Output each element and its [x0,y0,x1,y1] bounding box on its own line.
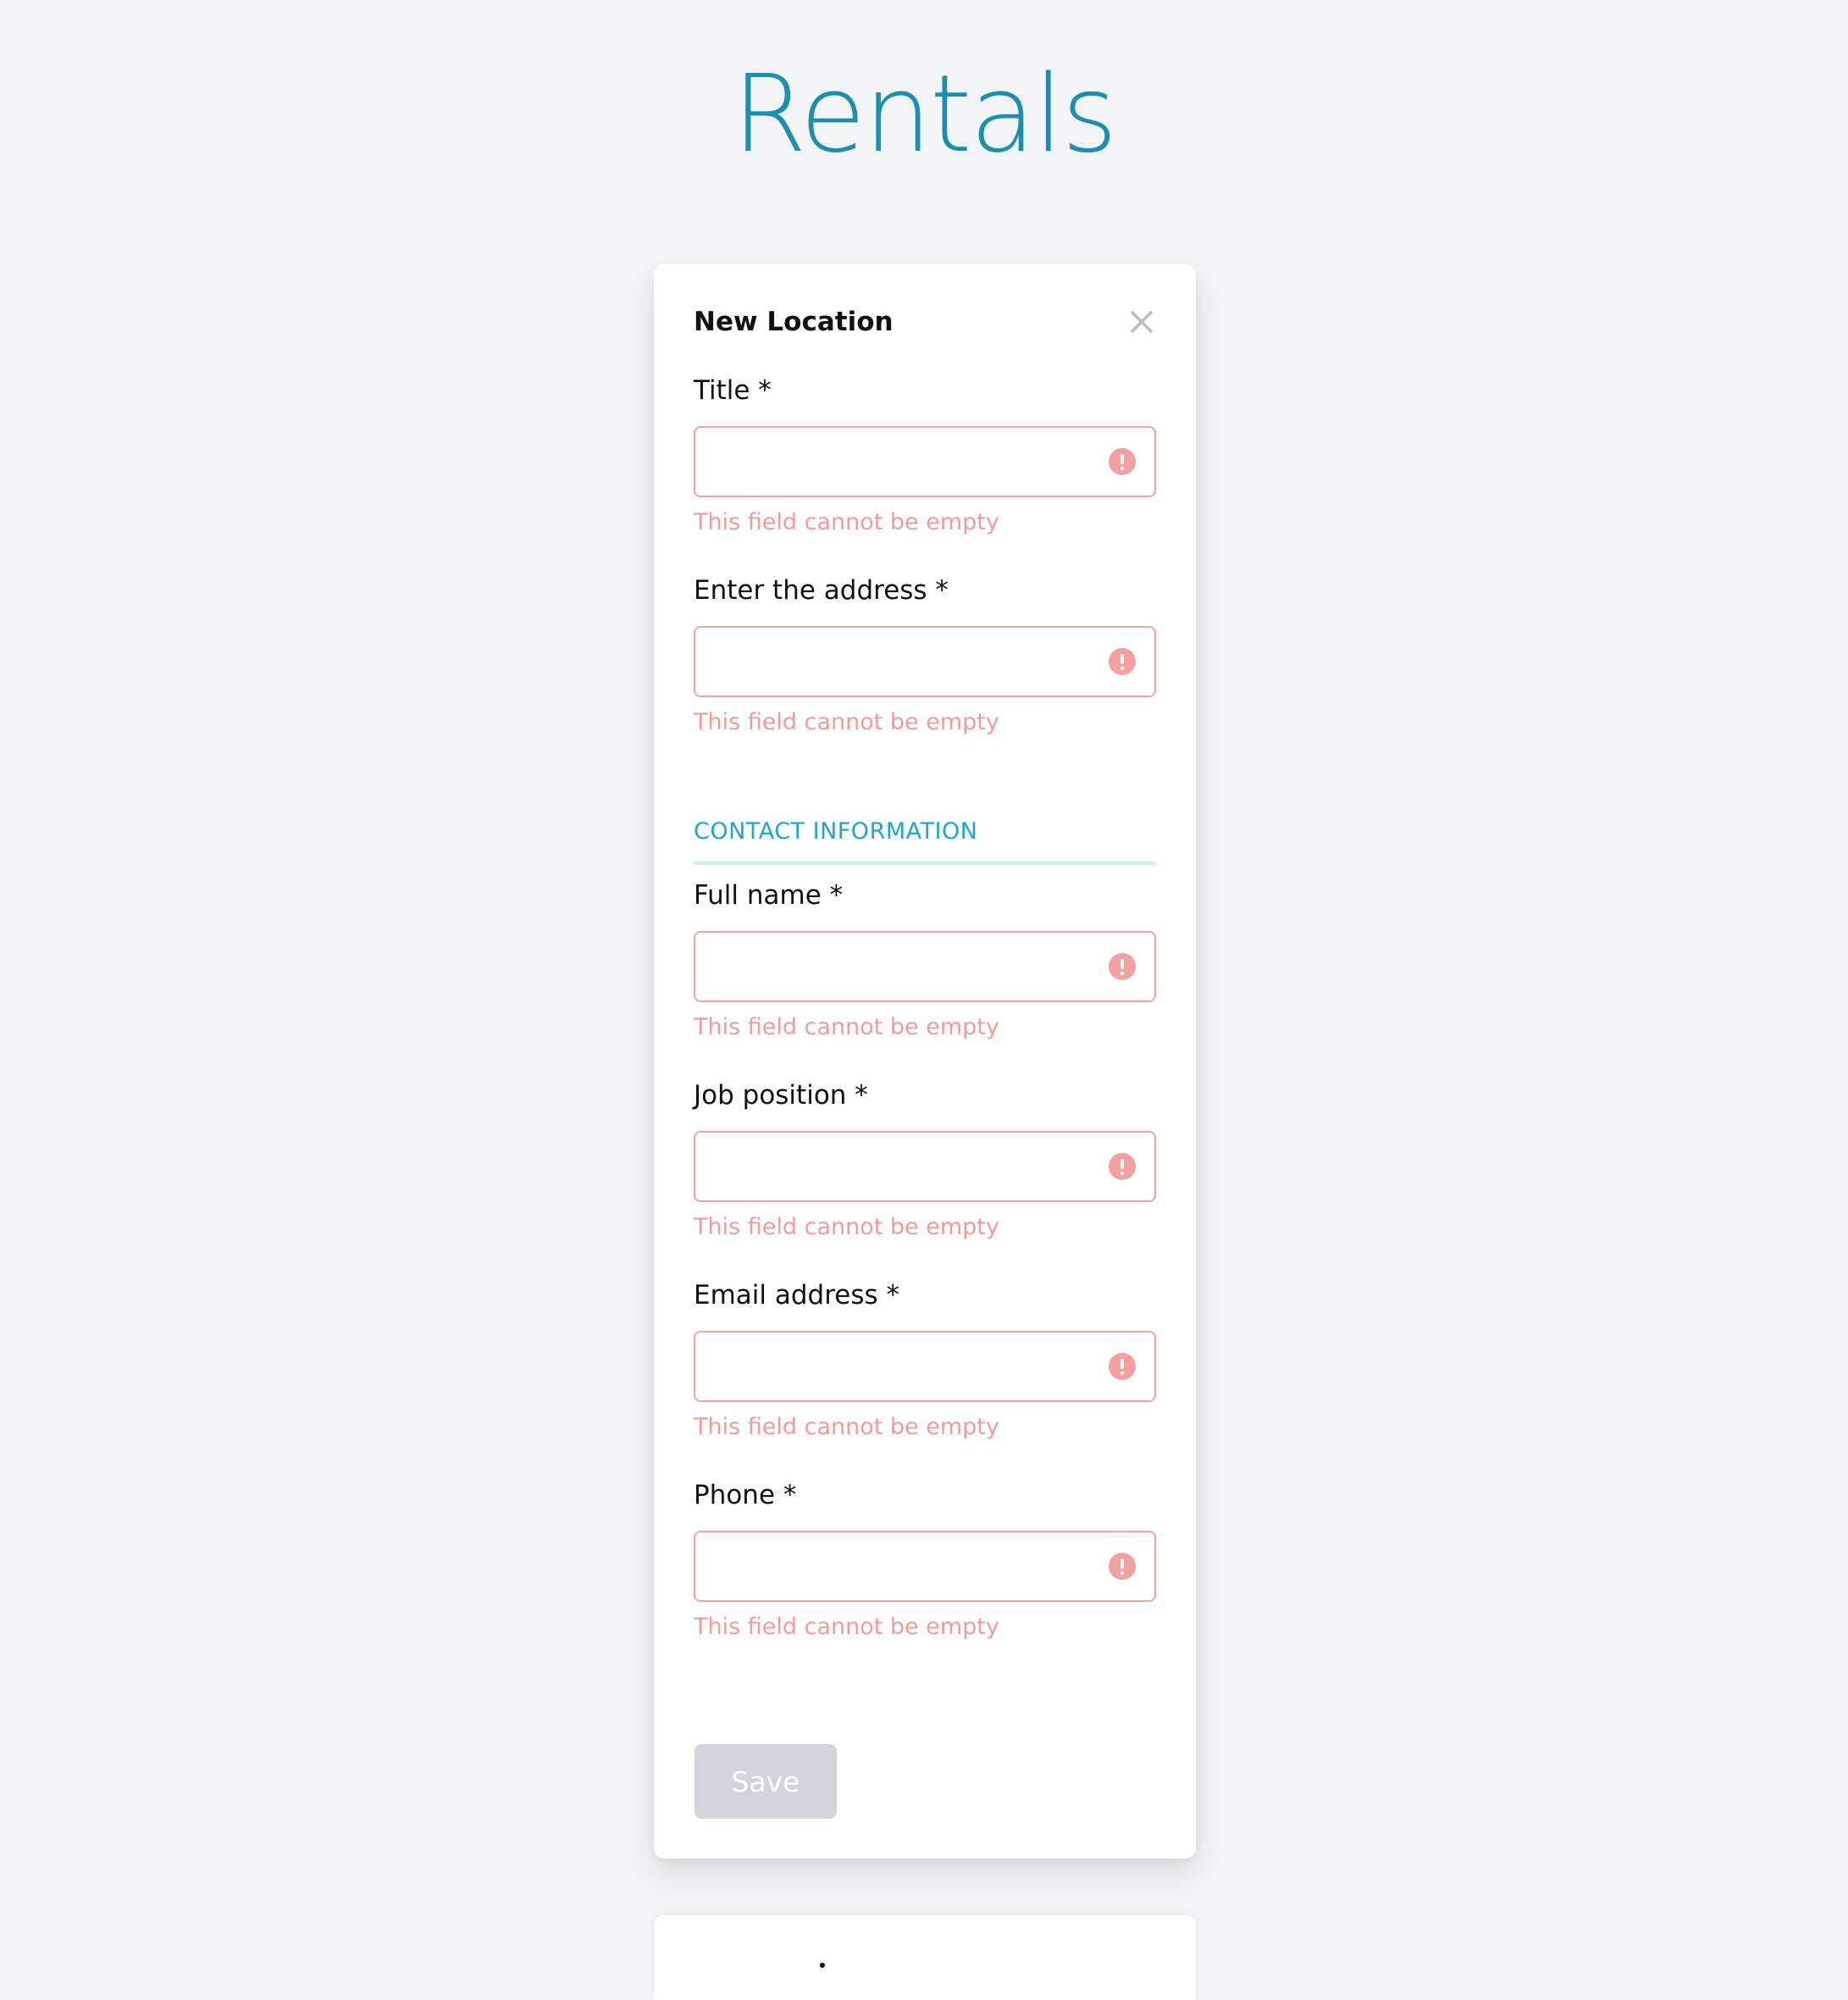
alert-circle-icon [1109,953,1136,980]
field-label-full-name: Full name * [694,880,844,911]
close-button[interactable] [1127,307,1156,336]
full-name-input-wrapper [694,931,1156,1002]
job-position-input[interactable] [695,1133,1119,1197]
field-email: Email address * This field cannot be emp… [694,1277,1156,1443]
field-job-position: Job position * This field cannot be empt… [694,1077,1156,1243]
field-title: Title * This field cannot be empty [694,372,1156,538]
next-card [654,1915,1196,2000]
error-message-full-name: This field cannot be empty [694,1014,999,1040]
field-phone: Phone * This field cannot be empty [694,1476,1156,1643]
new-location-modal: New Location Title * This field cannot b… [654,264,1196,1859]
modal-title: New Location [694,307,894,337]
error-message-job-position: This field cannot be empty [694,1214,999,1240]
alert-circle-icon [1109,1553,1136,1580]
email-input-wrapper [694,1331,1156,1402]
alert-circle-icon [1109,648,1136,675]
section-divider [694,861,1156,865]
field-label-email: Email address * [694,1280,900,1310]
address-input-wrapper [694,626,1156,697]
error-message-email: This field cannot be empty [694,1414,999,1440]
error-message-title: This field cannot be empty [694,509,999,535]
section-heading-contact: CONTACT INFORMATION [694,818,978,845]
phone-input-wrapper [694,1531,1156,1602]
address-input[interactable] [695,628,1119,692]
field-address: Enter the address * This field cannot be… [694,572,1156,738]
error-message-address: This field cannot be empty [694,709,999,735]
error-message-phone: This field cannot be empty [694,1614,999,1640]
page-title: Rentals [732,52,1118,176]
modal-header: New Location [694,296,1156,347]
field-label-title: Title * [694,375,772,406]
alert-circle-icon [1109,1353,1136,1380]
phone-input[interactable] [695,1532,1119,1597]
title-input[interactable] [695,428,1119,492]
next-card-partial-text [820,1963,825,1968]
field-label-job-position: Job position * [694,1080,868,1111]
field-full-name: Full name * This field cannot be empty [694,877,1156,1043]
title-input-wrapper [694,426,1156,497]
close-icon [1131,311,1153,333]
email-input[interactable] [695,1332,1119,1397]
job-position-input-wrapper [694,1131,1156,1202]
alert-circle-icon [1109,448,1136,475]
alert-circle-icon [1109,1153,1136,1180]
full-name-input[interactable] [695,933,1119,997]
field-label-phone: Phone * [694,1480,797,1510]
field-label-address: Enter the address * [694,575,949,606]
save-button[interactable]: Save [694,1744,837,1819]
